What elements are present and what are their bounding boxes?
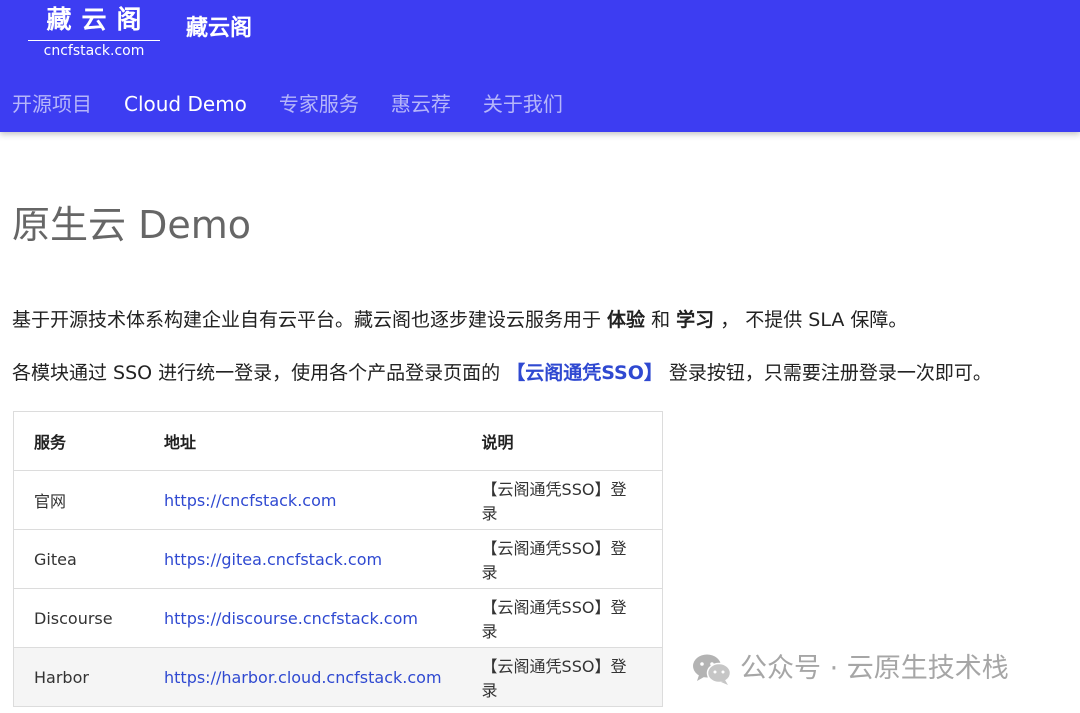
service-url-cell: https://discourse.cncfstack.com [144,588,462,648]
service-name: 官网 [13,470,144,530]
service-url-link[interactable]: https://gitea.cncfstack.com [164,550,382,569]
logo-main-text: 藏云阁 [46,5,152,34]
intro-text-1: 基于开源技术体系构建企业自有云平台。藏云阁也逐步建设云服务用于 [12,309,608,331]
site-logo[interactable]: 藏云阁 cncfstack.com [28,4,160,64]
table-row: Gitea https://gitea.cncfstack.com 【云阁通凭S… [13,529,663,589]
intro-text-3: ， 不提供 SLA 保障。 [714,309,908,331]
logo-sub-text: cncfstack.com [43,43,145,59]
service-url-link[interactable]: https://discourse.cncfstack.com [164,609,418,628]
header-description: 说明 [461,411,663,471]
top-header: 藏云阁 cncfstack.com 藏云阁 开源项目 Cloud Demo 专家… [0,0,1080,132]
service-name: Gitea [13,529,144,589]
intro-paragraph: 基于开源技术体系构建企业自有云平台。藏云阁也逐步建设云服务用于 体验 和 学习 … [12,306,907,334]
watermark-text: 公众号 · 云原生技术栈 [740,653,1009,684]
nav-item-hui-yun-jian[interactable]: 惠云荐 [391,88,451,120]
nav-item-expert-services[interactable]: 专家服务 [279,88,359,120]
table-row: Harbor https://harbor.cloud.cncfstack.co… [13,647,663,707]
nav-item-cloud-demo[interactable]: Cloud Demo [124,88,247,120]
intro-bold-learning: 学习 [676,309,715,331]
service-url-cell: https://harbor.cloud.cncfstack.com [144,647,462,707]
service-url-cell: https://cncfstack.com [144,470,462,530]
service-url-link[interactable]: https://harbor.cloud.cncfstack.com [164,668,442,687]
intro-text-2: 和 [645,309,677,331]
logo-divider [28,40,160,41]
table-row: 官网 https://cncfstack.com 【云阁通凭SSO】登录 [13,470,663,530]
header-service: 服务 [13,411,144,471]
header-address: 地址 [144,411,462,471]
wechat-watermark: 公众号 · 云原生技术栈 [692,651,1009,687]
service-note: 【云阁通凭SSO】登录 [461,470,663,530]
nav-item-about-us[interactable]: 关于我们 [483,88,563,120]
table-header-row: 服务 地址 说明 [13,411,663,471]
sso-link[interactable]: 【云阁通凭SSO】 [506,362,663,384]
service-url-link[interactable]: https://cncfstack.com [164,491,336,510]
service-url-cell: https://gitea.cncfstack.com [144,529,462,589]
site-name[interactable]: 藏云阁 [186,14,252,44]
sso-paragraph: 各模块通过 SSO 进行统一登录，使用各个产品登录页面的 【云阁通凭SSO】 登… [12,359,992,387]
service-note: 【云阁通凭SSO】登录 [461,588,663,648]
wechat-icon [693,654,732,685]
page-title: 原生云 Demo [12,203,251,247]
sso-text-2: 登录按钮，只需要注册登录一次即可。 [662,362,992,384]
sso-text-1: 各模块通过 SSO 进行统一登录，使用各个产品登录页面的 [12,362,507,384]
service-name: Harbor [13,647,144,707]
service-note: 【云阁通凭SSO】登录 [461,529,663,589]
main-nav: 开源项目 Cloud Demo 专家服务 惠云荐 关于我们 [12,88,595,120]
service-note: 【云阁通凭SSO】登录 [461,647,663,707]
service-name: Discourse [13,588,144,648]
table-row: Discourse https://discourse.cncfstack.co… [13,588,663,648]
intro-bold-experience: 体验 [607,309,646,331]
services-table: 服务 地址 说明 官网 https://cncfstack.com 【云阁通凭S… [13,411,663,707]
nav-item-open-source[interactable]: 开源项目 [12,88,92,120]
